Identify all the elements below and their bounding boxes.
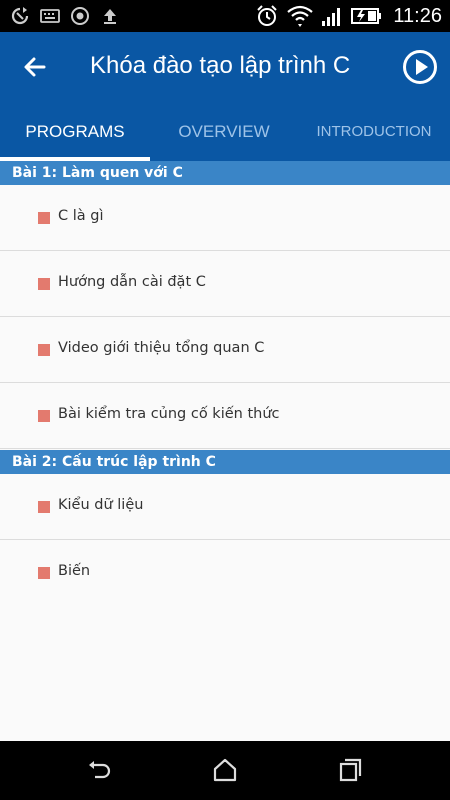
list-item[interactable]: C là gì — [0, 185, 450, 251]
wifi-icon — [287, 5, 314, 27]
lesson-list: Bài 1: Làm quen với C C là gì Hướng dẫn … — [0, 161, 450, 741]
recents-icon[interactable] — [337, 757, 363, 783]
upload-icon — [104, 9, 116, 24]
sync-icon — [11, 7, 29, 25]
keyboard-icon — [40, 9, 60, 23]
home-icon[interactable] — [212, 757, 238, 783]
lesson-label: Kiểu dữ liệu — [58, 497, 144, 513]
tab-programs[interactable]: PROGRAMS — [0, 102, 150, 161]
alarm-icon — [257, 5, 278, 26]
tab-overview[interactable]: OVERVIEW — [150, 102, 298, 161]
navigation-bar — [0, 741, 450, 800]
lesson-label: C là gì — [58, 208, 104, 224]
list-item[interactable]: Video giới thiệu tổng quan C — [0, 317, 450, 383]
status-bar: 11:26 — [0, 0, 450, 32]
list-item[interactable]: Kiểu dữ liệu — [0, 474, 450, 540]
page-title: Khóa đào tạo lập trình C — [90, 52, 351, 79]
bullet-square-icon — [38, 278, 50, 290]
list-item[interactable]: Bài kiểm tra củng cố kiến thức — [0, 383, 450, 449]
system-icons: 11:26 — [255, 4, 442, 28]
bullet-square-icon — [38, 567, 50, 579]
arrow-left-icon[interactable] — [18, 50, 52, 84]
lesson-label: Video giới thiệu tổng quan C — [58, 340, 265, 356]
circle-icon — [71, 7, 89, 25]
lesson-label: Bài kiểm tra củng cố kiến thức — [58, 406, 280, 422]
tab-bar: PROGRAMS OVERVIEW INTRODUCTION — [0, 102, 450, 161]
tab-introduction[interactable]: INTRODUCTION — [298, 102, 450, 161]
list-item[interactable]: Biến — [0, 540, 450, 606]
signal-icon — [322, 8, 341, 26]
bullet-square-icon — [38, 212, 50, 224]
battery-charging-icon — [351, 8, 382, 24]
play-circle-icon[interactable] — [402, 49, 438, 85]
lesson-label: Biến — [58, 563, 91, 579]
lesson-label: Hướng dẫn cài đặt C — [58, 274, 206, 290]
bullet-square-icon — [38, 344, 50, 356]
clock: 11:26 — [393, 4, 442, 27]
section-header: Bài 2: Cấu trúc lập trình C — [0, 450, 450, 474]
back-icon[interactable] — [86, 757, 112, 783]
notification-icons — [10, 6, 120, 26]
bullet-square-icon — [38, 410, 50, 422]
section-header: Bài 1: Làm quen với C — [0, 161, 450, 185]
app-bar: Khóa đào tạo lập trình C — [0, 32, 450, 102]
bullet-square-icon — [38, 501, 50, 513]
list-item[interactable]: Hướng dẫn cài đặt C — [0, 251, 450, 317]
